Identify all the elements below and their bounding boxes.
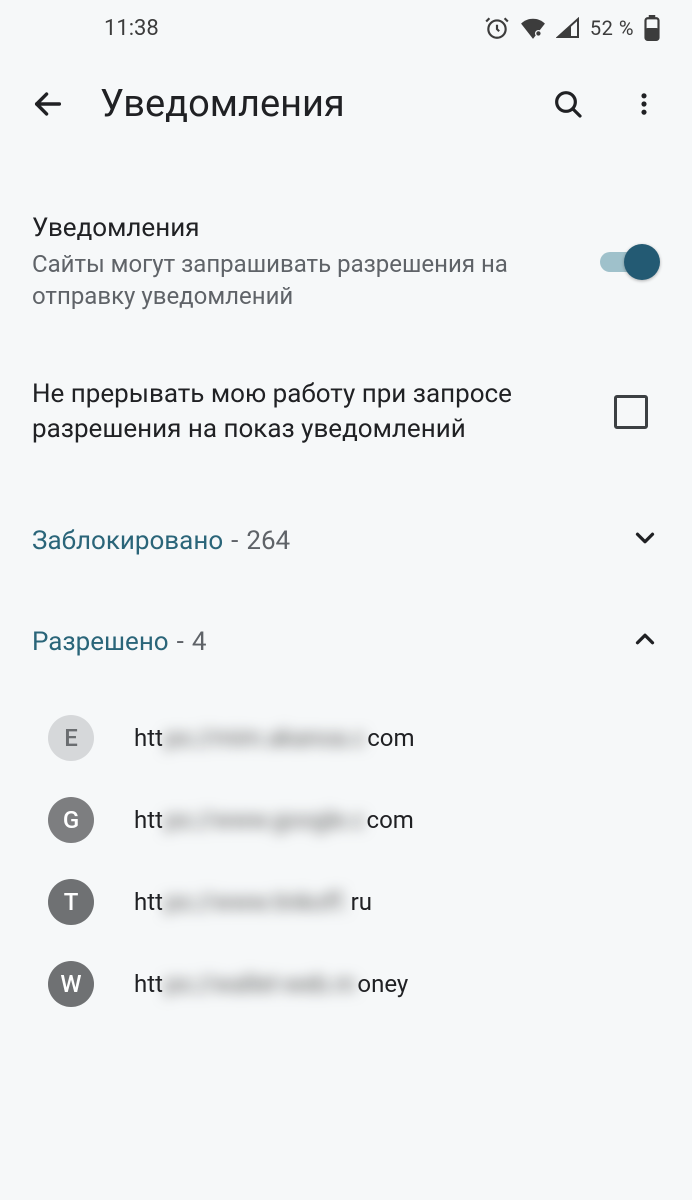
site-url: https://www.tinkoff.ru (134, 888, 660, 916)
battery-percent: 52 % (590, 16, 634, 40)
allowed-section-header[interactable]: Разрешено - 4 (0, 598, 692, 687)
notifications-switch[interactable] (596, 242, 660, 282)
site-avatar: W (48, 961, 94, 1007)
site-item[interactable]: Whttps://wallet-web.money (0, 943, 692, 1025)
site-url: https://wallet-web.money (134, 970, 660, 998)
back-button[interactable] (24, 80, 72, 128)
app-bar: Уведомления (0, 56, 692, 152)
site-item[interactable]: Thttps://www.tinkoff.ru (0, 861, 692, 943)
blocked-section-header[interactable]: Заблокировано - 264 (0, 497, 692, 586)
quiet-notifications-title: Не прерывать мою работу при запросе разр… (32, 377, 598, 447)
allowed-label: Разрешено (32, 627, 169, 657)
page-title: Уведомления (100, 82, 516, 126)
chevron-down-icon (630, 523, 660, 560)
signal-icon (556, 17, 580, 39)
battery-icon (644, 15, 660, 41)
wifi-icon (520, 17, 546, 39)
notifications-title: Уведомления (32, 212, 580, 246)
site-item[interactable]: Ghttps://www.google.ccom (0, 779, 692, 861)
site-avatar: E (48, 715, 94, 761)
site-url: https://www.google.ccom (134, 806, 660, 834)
status-icons: 52 % (484, 15, 660, 41)
alarm-icon (484, 15, 510, 41)
allowed-count: 4 (192, 627, 207, 657)
status-bar: 11:38 52 % (0, 0, 692, 56)
blocked-count: 264 (246, 526, 290, 556)
overflow-menu-button[interactable] (620, 80, 668, 128)
chevron-up-icon (630, 624, 660, 661)
site-url: https://mim.akanoa.ccom (134, 724, 660, 752)
site-avatar: G (48, 797, 94, 843)
site-avatar: T (48, 879, 94, 925)
quiet-notifications-checkbox[interactable] (614, 395, 648, 429)
status-time: 11:38 (104, 16, 159, 41)
allowed-sites-list: Ehttps://mim.akanoa.ccomGhttps://www.goo… (0, 697, 692, 1025)
notifications-subtitle: Сайты могут запрашивать разрешения на от… (32, 248, 580, 313)
notifications-toggle-row[interactable]: Уведомления Сайты могут запрашивать разр… (0, 188, 692, 337)
blocked-label: Заблокировано (32, 526, 223, 556)
site-item[interactable]: Ehttps://mim.akanoa.ccom (0, 697, 692, 779)
search-button[interactable] (544, 80, 592, 128)
quiet-notifications-row[interactable]: Не прерывать мою работу при запросе разр… (0, 353, 692, 471)
